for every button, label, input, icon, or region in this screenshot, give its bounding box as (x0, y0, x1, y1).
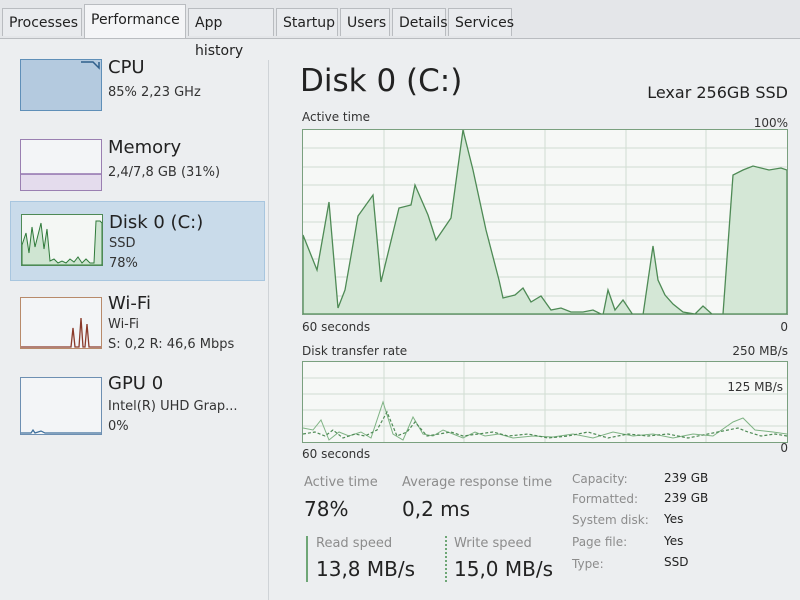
active-time-stat-value: 78% (304, 497, 349, 521)
memory-title: Memory (108, 137, 182, 158)
cpu-usage: 85% 2,23 GHz (108, 85, 201, 100)
disk-detail-panel: Disk 0 (C:) Lexar 256GB SSD Active time … (278, 39, 800, 600)
sidebar-divider (268, 60, 269, 600)
sidebar-item-gpu[interactable]: GPU 0 Intel(R) UHD Grap... 0% (10, 365, 265, 447)
tab-users[interactable]: Users (340, 8, 390, 36)
type-label: Type: (572, 557, 604, 571)
transfer-rate-graph-label: Disk transfer rate (302, 344, 408, 358)
wifi-adapter: Wi-Fi (108, 317, 140, 332)
transfer-rate-chart (302, 362, 788, 442)
gpu-name: Intel(R) UHD Grap... (108, 399, 238, 414)
active-time-graph (302, 129, 788, 316)
capacity-value: 239 GB (664, 471, 709, 485)
transfer-rate-min-label: 0 (780, 441, 788, 455)
transfer-rate-gridlines (303, 362, 787, 442)
gpu-usage: 0% (108, 419, 129, 434)
page-file-label: Page file: (572, 535, 628, 549)
tab-app-history[interactable]: App history (188, 8, 274, 59)
type-value: SSD (664, 555, 689, 569)
gpu-mini-graph (21, 428, 101, 434)
cpu-thumbnail-graph (20, 59, 102, 111)
write-speed-value: 15,0 MB/s (454, 557, 554, 581)
gpu-title: GPU 0 (108, 373, 164, 394)
formatted-label: Formatted: (572, 492, 639, 506)
tab-processes[interactable]: Processes (2, 8, 82, 36)
sidebar: CPU 85% 2,23 GHz Memory 2,4/7,8 GB (31%)… (0, 39, 270, 600)
page-title: Disk 0 (C:) (300, 63, 463, 99)
avg-response-label: Average response time (402, 475, 553, 490)
cpu-title: CPU (108, 57, 145, 78)
formatted-value: 239 GB (664, 491, 709, 505)
disk-title: Disk 0 (C:) (109, 212, 204, 233)
active-time-stat-label: Active time (304, 475, 378, 490)
active-time-chart (302, 129, 788, 316)
active-time-max-label: 100% (753, 116, 788, 130)
memory-usage: 2,4/7,8 GB (31%) (108, 165, 221, 180)
sidebar-item-cpu[interactable]: CPU 85% 2,23 GHz (10, 39, 265, 121)
disk-usage: 78% (109, 256, 138, 271)
gpu-thumbnail-graph (20, 377, 102, 435)
read-speed-indicator (306, 536, 308, 582)
memory-mini-graph (21, 173, 101, 190)
sidebar-item-memory[interactable]: Memory 2,4/7,8 GB (31%) (10, 119, 265, 201)
tab-services[interactable]: Services (448, 8, 514, 36)
disk-mini-graph (22, 220, 102, 265)
transfer-rate-max-label: 250 MB/s (732, 344, 788, 358)
read-speed-value: 13,8 MB/s (316, 557, 416, 581)
capacity-label: Capacity: (572, 472, 628, 486)
tab-performance[interactable]: Performance (84, 4, 186, 38)
wifi-thumbnail-graph (20, 297, 102, 349)
system-disk-label: System disk: (572, 513, 649, 527)
avg-response-value: 0,2 ms (402, 497, 471, 521)
tab-bar: Processes Performance App history Startu… (0, 0, 800, 59)
page-file-value: Yes (664, 534, 684, 548)
wifi-mini-graph (21, 317, 101, 348)
sidebar-item-disk[interactable]: Disk 0 (C:) SSD 78% (10, 201, 265, 281)
system-disk-value: Yes (664, 512, 684, 526)
active-time-min-label: 0 (780, 320, 788, 334)
tab-details[interactable]: Details (392, 8, 448, 36)
active-time-duration-label: 60 seconds (302, 320, 371, 334)
disk-thumbnail-graph (21, 214, 103, 266)
tab-startup[interactable]: Startup (276, 8, 338, 36)
memory-thumbnail-graph (20, 139, 102, 191)
active-time-graph-label: Active time (302, 110, 371, 124)
transfer-rate-graph: 125 MB/s (302, 361, 788, 443)
read-speed-label: Read speed (316, 536, 393, 551)
device-model: Lexar 256GB SSD (647, 83, 788, 102)
wifi-throughput: S: 0,2 R: 46,6 Mbps (108, 337, 235, 352)
disk-type: SSD (109, 236, 136, 251)
transfer-rate-mid-label: 125 MB/s (727, 380, 783, 394)
sidebar-item-wifi[interactable]: Wi-Fi Wi-Fi S: 0,2 R: 46,6 Mbps (10, 285, 265, 367)
write-speed-label: Write speed (454, 536, 532, 551)
transfer-rate-duration-label: 60 seconds (302, 447, 371, 461)
cpu-mini-graph (21, 60, 101, 110)
write-speed-indicator (445, 536, 447, 582)
wifi-title: Wi-Fi (108, 293, 151, 314)
